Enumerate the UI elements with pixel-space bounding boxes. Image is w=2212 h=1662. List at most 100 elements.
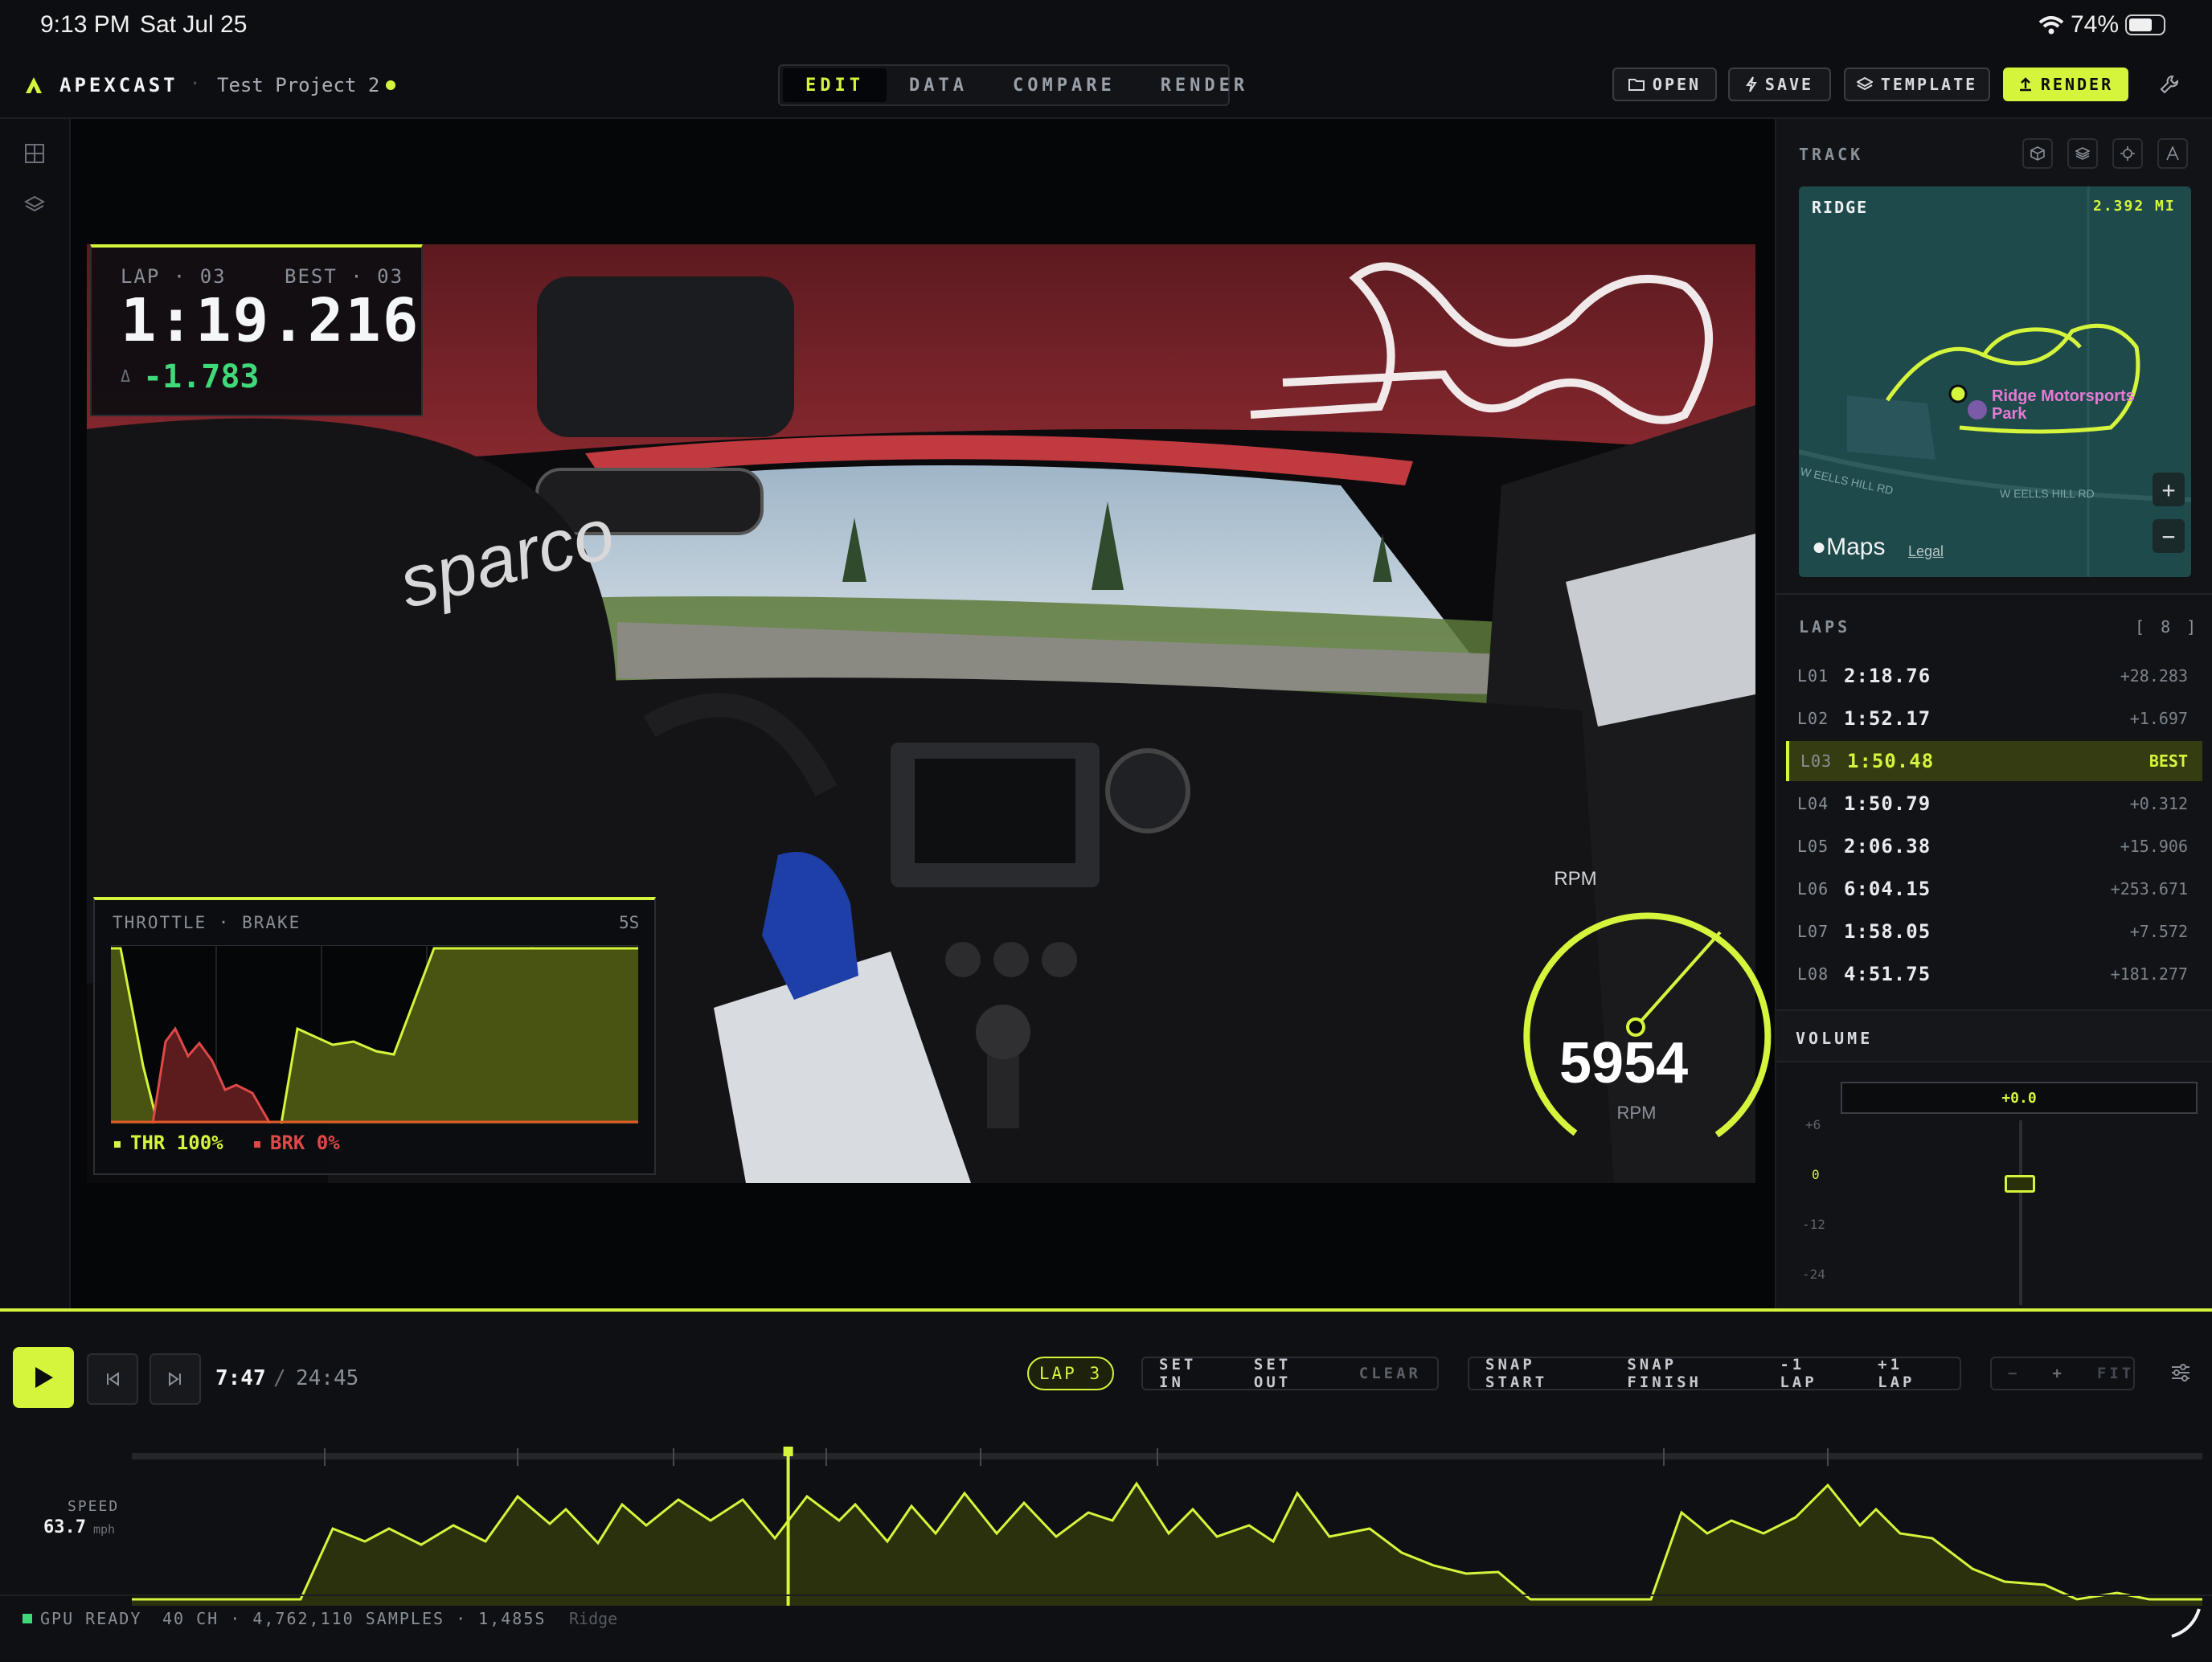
throttle-brake-overlay[interactable]: THROTTLE · BRAKE 5S 100 0 THR 100% BRK 0… — [93, 897, 656, 1175]
open-button[interactable]: OPEN — [1612, 68, 1717, 101]
lap-row[interactable]: L02 1:52.17 +1.697 — [1786, 698, 2202, 739]
track-map-overlay[interactable] — [1235, 254, 1733, 439]
play-button[interactable] — [13, 1347, 74, 1408]
lap-delta-value: BEST — [2149, 751, 2188, 771]
previous-button[interactable] — [87, 1353, 138, 1405]
lap-chip-label: LAP 3 — [1038, 1364, 1103, 1383]
layers-icon[interactable] — [24, 194, 45, 215]
volume-fader-track[interactable] — [2019, 1120, 2022, 1305]
lap-id: L03 — [1800, 751, 1833, 771]
lap-id: L06 — [1797, 879, 1829, 899]
lap-row[interactable]: L01 2:18.76 +28.283 — [1786, 656, 2202, 696]
set-out-button[interactable]: SET OUT — [1238, 1356, 1343, 1391]
status-footer: GPU READY 40 CH · 4,762,110 SAMPLES · 1,… — [0, 1594, 2212, 1662]
track-map[interactable]: RIDGE 2.392 MI Ridge Motorsports Park W … — [1799, 186, 2191, 577]
map-zoom-in-button[interactable]: + — [2153, 473, 2185, 506]
legal-link[interactable]: Legal — [1908, 543, 1944, 560]
map-zoom-out-button[interactable]: − — [2153, 519, 2185, 553]
brake-legend-swatch — [254, 1141, 260, 1148]
timeline-zoom-out-button[interactable]: − — [1992, 1365, 2036, 1382]
render-button[interactable]: RENDER — [2003, 68, 2128, 101]
lap-row[interactable]: L04 1:50.79 +0.312 — [1786, 784, 2202, 824]
lap-time-overlay[interactable]: LAP · 03 BEST · 03 1:19.216 Δ -1.783 — [90, 244, 423, 416]
lap-id: L07 — [1797, 922, 1829, 941]
volume-tick: 0 — [1812, 1167, 1820, 1182]
lap-row[interactable]: L08 4:51.75 +181.277 — [1786, 954, 2202, 994]
battery-icon — [2125, 14, 2165, 35]
lap-time-value: 6:04.15 — [1844, 878, 1931, 900]
lap-delta-value: +28.283 — [2120, 666, 2188, 686]
letter-a-icon — [2166, 146, 2179, 161]
tab-compare[interactable]: COMPARE — [990, 68, 1138, 102]
cube-button[interactable] — [2022, 138, 2053, 169]
crosshair-icon — [2120, 146, 2135, 161]
volume-value-text: +0.0 — [2001, 1089, 2037, 1107]
volume-fader-handle[interactable] — [2005, 1175, 2035, 1193]
date: Sat Jul 25 — [140, 11, 248, 38]
lap-id: L08 — [1797, 964, 1829, 984]
fit-button[interactable]: FIT — [2081, 1365, 2150, 1382]
template-button[interactable]: TEMPLATE — [1844, 68, 1990, 101]
lap-time-value: 4:51.75 — [1844, 963, 1931, 985]
clock: 9:13 PM — [40, 11, 130, 38]
set-in-button[interactable]: SET IN — [1143, 1356, 1238, 1391]
minus-lap-button[interactable]: -1 LAP — [1763, 1356, 1862, 1391]
lap-row[interactable]: L03 1:50.48 BEST — [1786, 741, 2202, 781]
snap-group: SNAP START SNAP FINISH -1 LAP +1 LAP — [1468, 1356, 1961, 1391]
plus-lap-button[interactable]: +1 LAP — [1862, 1356, 1960, 1391]
template-label: TEMPLATE — [1880, 75, 1978, 94]
tab-edit[interactable]: EDIT — [783, 68, 887, 102]
data-stats: 40 CH · 4,762,110 SAMPLES · 1,485S — [162, 1609, 547, 1628]
gpu-status: GPU READY — [40, 1609, 142, 1628]
skip-back-icon — [107, 1372, 119, 1386]
playhead-handle[interactable] — [783, 1447, 793, 1456]
divider — [1776, 593, 2212, 595]
lap-time-value: 1:50.48 — [1847, 750, 1935, 772]
separator-dot: · — [190, 74, 201, 94]
locate-button[interactable] — [2112, 138, 2143, 169]
volume-header: VOLUME — [1776, 1011, 2212, 1062]
project-name[interactable]: Test Project 2 — [217, 74, 379, 96]
rpm-unit: RPM — [1616, 1103, 1657, 1123]
tab-data[interactable]: DATA — [887, 68, 990, 102]
timeline-panel: 7:47 / 24:45 LAP 3 SET IN SET OUT CLEAR … — [0, 1308, 2212, 1659]
track-label-button[interactable] — [2157, 138, 2188, 169]
best-label: BEST · 03 — [285, 265, 404, 288]
lap-time-value: 1:52.17 — [1844, 707, 1931, 730]
map-layers-button[interactable] — [2067, 138, 2098, 169]
timeline-zoom-in-button[interactable]: + — [2036, 1365, 2080, 1382]
poi-label: Ridge Motorsports Park — [1992, 387, 2135, 423]
lap-row[interactable]: L07 1:58.05 +7.572 — [1786, 911, 2202, 952]
lap-row[interactable]: L05 2:06.38 +15.906 — [1786, 826, 2202, 866]
lap-id: L05 — [1797, 837, 1829, 856]
left-rail — [0, 119, 71, 1308]
throttle-brake-chart — [111, 945, 638, 1124]
snap-start-button[interactable]: SNAP START — [1469, 1356, 1611, 1391]
lap-id: L02 — [1797, 709, 1829, 728]
lap-chip[interactable]: LAP 3 — [1027, 1357, 1114, 1390]
mode-tabs: EDIT DATA COMPARE RENDER — [778, 64, 1244, 106]
next-button[interactable] — [150, 1353, 201, 1405]
clear-button[interactable]: CLEAR — [1343, 1365, 1437, 1382]
save-button[interactable]: SAVE — [1728, 68, 1831, 101]
apple-logo-icon: ● — [1812, 534, 1827, 560]
wifi-icon — [2038, 16, 2064, 35]
throttle-readout: THR 100% — [130, 1132, 223, 1154]
volume-tick: -24 — [1802, 1267, 1825, 1282]
sliders-icon[interactable] — [2170, 1363, 2191, 1382]
save-label: SAVE — [1764, 75, 1814, 94]
grid-icon[interactable] — [24, 143, 45, 164]
lap-row[interactable]: L06 6:04.15 +253.671 — [1786, 869, 2202, 909]
time-separator: / — [273, 1366, 286, 1390]
speed-trace[interactable] — [132, 1416, 2202, 1606]
brake-readout: BRK 0% — [270, 1132, 340, 1154]
tab-render[interactable]: RENDER — [1138, 68, 1271, 102]
skip-forward-icon — [169, 1372, 181, 1386]
resize-handle-icon[interactable] — [2169, 1606, 2202, 1639]
lap-delta-value: +181.277 — [2110, 964, 2188, 984]
laps-count: [ 8 ] — [2135, 617, 2200, 637]
snap-finish-button[interactable]: SNAP FINISH — [1611, 1356, 1763, 1391]
lap-time-value: 1:58.05 — [1844, 920, 1931, 943]
lap-id: L04 — [1797, 794, 1829, 813]
wrench-icon[interactable] — [2159, 74, 2180, 95]
